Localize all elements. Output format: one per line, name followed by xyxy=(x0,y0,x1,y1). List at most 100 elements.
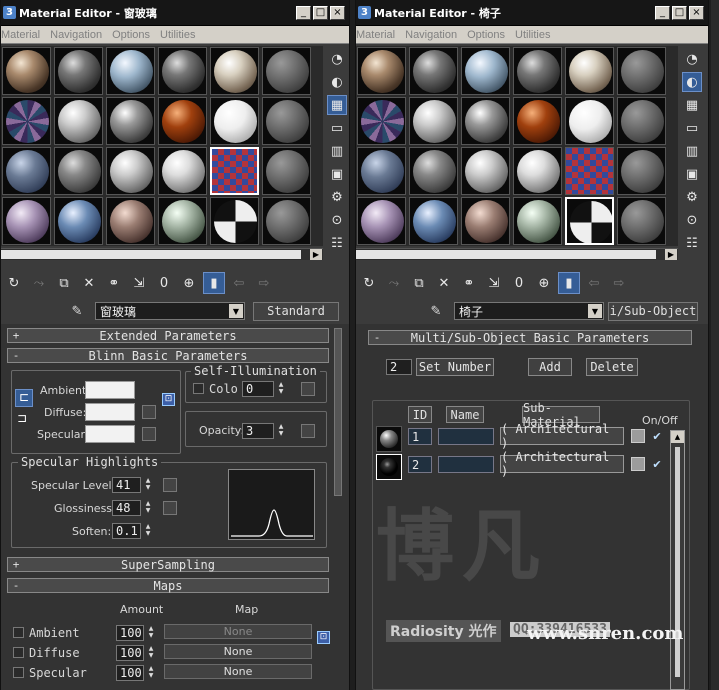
column-name-button[interactable]: Name xyxy=(446,406,484,423)
get-material-icon[interactable]: ↻ xyxy=(3,272,25,294)
scroll-right-arrow-icon[interactable]: ▶ xyxy=(665,249,677,260)
video-color-check-icon[interactable]: ▥ xyxy=(682,141,702,161)
scroll-up-arrow-icon[interactable]: ▲ xyxy=(671,431,684,443)
sample-slot[interactable] xyxy=(357,47,406,95)
delete-button[interactable]: Delete xyxy=(586,358,638,376)
pick-material-eyedropper-icon[interactable]: ✎ xyxy=(426,304,446,319)
sub-material-color-swatch[interactable] xyxy=(631,457,645,471)
map-enable-checkbox[interactable] xyxy=(13,667,24,678)
sample-uv-tiling-icon[interactable]: ▭ xyxy=(682,118,702,138)
sample-slot[interactable] xyxy=(54,47,103,95)
material-effects-icon[interactable]: 0 xyxy=(508,272,530,294)
close-button[interactable]: × xyxy=(689,5,704,20)
show-end-result-icon[interactable]: ▮ xyxy=(203,272,225,294)
sub-material-on-checkbox[interactable]: ✔ xyxy=(651,430,663,443)
sample-slot[interactable] xyxy=(513,47,562,95)
sample-slot[interactable] xyxy=(409,97,458,145)
self-illum-color-checkbox[interactable] xyxy=(193,383,204,394)
menu-options[interactable]: Options xyxy=(467,29,505,41)
specular-map-button[interactable] xyxy=(142,427,156,441)
sample-slot[interactable] xyxy=(513,147,562,195)
sample-slot[interactable] xyxy=(357,147,406,195)
lock-icon[interactable]: ⊡ xyxy=(317,631,330,644)
menu-utilities[interactable]: Utilities xyxy=(160,29,195,41)
map-slot-button[interactable]: None xyxy=(164,644,312,659)
reset-icon[interactable]: ✕ xyxy=(78,272,100,294)
spinner-arrows-icon[interactable]: ▲ ▼ xyxy=(276,381,286,397)
sample-slot[interactable] xyxy=(357,97,406,145)
scroll-thumb[interactable] xyxy=(1,250,301,259)
map-amount-spinner[interactable]: 100 xyxy=(116,665,144,681)
sample-slot[interactable] xyxy=(409,197,458,245)
sample-slot[interactable] xyxy=(513,197,562,245)
show-map-icon[interactable]: ⊕ xyxy=(178,272,200,294)
sample-slot[interactable] xyxy=(54,197,103,245)
sample-slot[interactable] xyxy=(461,97,510,145)
sub-material-button[interactable]: ( Architectural ) xyxy=(500,422,624,450)
rollout-extended-parameters[interactable]: + Extended Parameters xyxy=(7,328,329,343)
map-enable-checkbox[interactable] xyxy=(13,627,24,638)
sample-type-icon[interactable]: ◔ xyxy=(327,49,347,69)
sample-slot[interactable] xyxy=(54,97,103,145)
sample-slot[interactable] xyxy=(262,147,311,195)
pick-material-eyedropper-icon[interactable]: ✎ xyxy=(67,304,87,319)
options-icon[interactable]: ⚙ xyxy=(327,187,347,207)
material-navigator-icon[interactable]: ☷ xyxy=(327,233,347,253)
make-unique-icon[interactable]: ⚭ xyxy=(458,272,480,294)
sample-slot[interactable] xyxy=(2,47,51,95)
spinner-arrows-icon[interactable]: ▲ ▼ xyxy=(276,423,286,439)
sample-slot[interactable] xyxy=(106,47,155,95)
add-button[interactable]: Add xyxy=(528,358,572,376)
sample-slot[interactable] xyxy=(2,197,51,245)
column-sub-material-button[interactable]: Sub-Material xyxy=(522,401,600,429)
options-icon[interactable]: ⚙ xyxy=(682,187,702,207)
go-forward-icon[interactable]: ⇨ xyxy=(253,272,275,294)
put-to-library-icon[interactable]: ⇲ xyxy=(483,272,505,294)
rollout-supersampling[interactable]: + SuperSampling xyxy=(7,557,329,572)
menu-options[interactable]: Options xyxy=(112,29,150,41)
sample-slot[interactable] xyxy=(409,47,458,95)
spinner-arrows-icon[interactable]: ▲ ▼ xyxy=(143,500,153,516)
show-map-icon[interactable]: ⊕ xyxy=(533,272,555,294)
sample-slot[interactable] xyxy=(461,47,510,95)
maximize-button[interactable]: □ xyxy=(313,5,328,20)
sample-slot[interactable] xyxy=(617,197,666,245)
sample-slot[interactable] xyxy=(617,47,666,95)
menu-navigation[interactable]: Navigation xyxy=(50,29,102,41)
material-navigator-icon[interactable]: ☷ xyxy=(682,233,702,253)
select-by-material-icon[interactable]: ⊙ xyxy=(327,210,347,230)
make-unique-icon[interactable]: ⚭ xyxy=(103,272,125,294)
go-to-parent-icon[interactable]: ⇦ xyxy=(583,272,605,294)
rollout-maps[interactable]: - Maps xyxy=(7,578,329,593)
sample-uv-tiling-icon[interactable]: ▭ xyxy=(327,118,347,138)
put-to-library-icon[interactable]: ⇲ xyxy=(128,272,150,294)
sub-material-color-swatch[interactable] xyxy=(631,429,645,443)
map-slot-button[interactable]: None xyxy=(164,664,312,679)
assign-material-icon[interactable]: ⧉ xyxy=(408,272,430,294)
show-end-result-icon[interactable]: ▮ xyxy=(558,272,580,294)
sample-slot[interactable] xyxy=(106,97,155,145)
backlight-icon[interactable]: ◐ xyxy=(327,72,347,92)
sample-slot[interactable] xyxy=(158,147,207,195)
map-amount-spinner[interactable]: 100 xyxy=(116,645,144,661)
sample-slot[interactable] xyxy=(565,197,614,245)
sample-slot[interactable] xyxy=(2,147,51,195)
material-type-button[interactable]: Standard xyxy=(253,301,339,321)
glossiness-map-button[interactable] xyxy=(163,501,177,515)
self-illum-spinner[interactable]: 0 xyxy=(242,381,274,397)
minimize-button[interactable]: _ xyxy=(655,5,670,20)
sample-slot[interactable] xyxy=(617,97,666,145)
sample-slot[interactable] xyxy=(158,97,207,145)
sample-slot[interactable] xyxy=(210,47,259,95)
sample-slot[interactable] xyxy=(617,147,666,195)
video-color-check-icon[interactable]: ▥ xyxy=(327,141,347,161)
close-button[interactable]: × xyxy=(330,5,345,20)
lock-diffuse-specular-icon[interactable]: ⊐ xyxy=(17,411,27,425)
sample-type-icon[interactable]: ◔ xyxy=(682,49,702,69)
sample-slot[interactable] xyxy=(158,197,207,245)
rollout-multi-sub-object-parameters[interactable]: - Multi/Sub-Object Basic Parameters xyxy=(368,330,692,345)
self-illum-map-button[interactable] xyxy=(301,382,315,396)
sample-slot[interactable] xyxy=(262,197,311,245)
sample-slot[interactable] xyxy=(565,97,614,145)
minimize-button[interactable]: _ xyxy=(296,5,311,20)
